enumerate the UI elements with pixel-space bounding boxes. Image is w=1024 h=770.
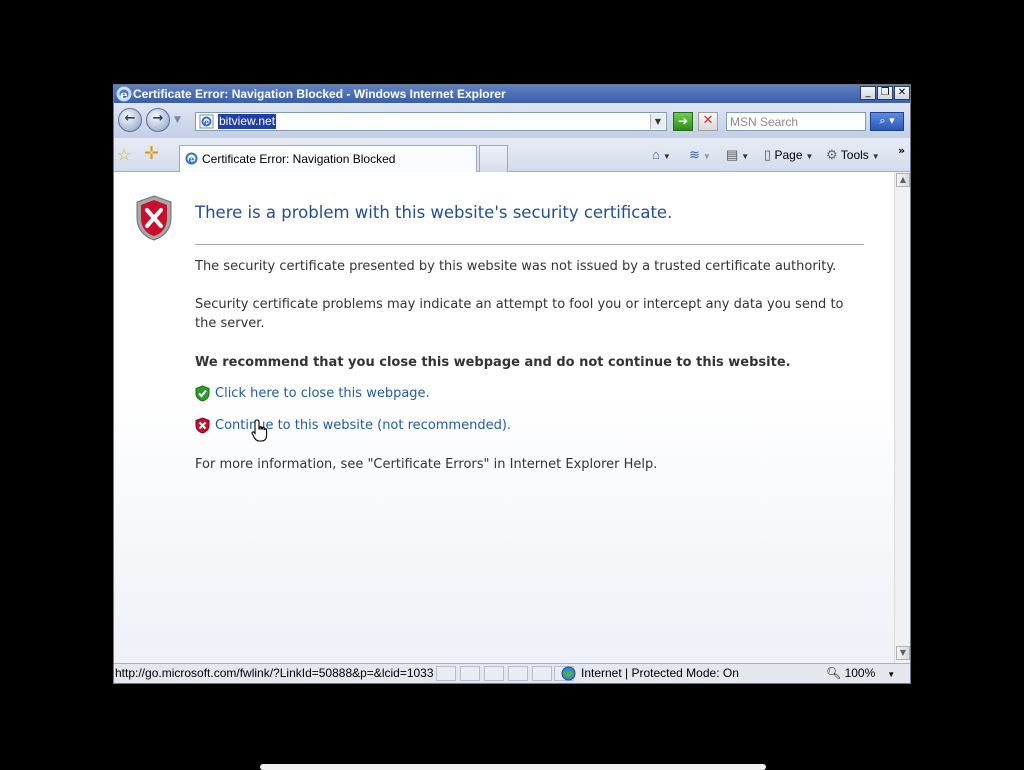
zoom-control[interactable]: 🔍︎ 100% ▼ bbox=[826, 666, 895, 680]
page-icon: ▯ bbox=[764, 147, 772, 162]
print-button[interactable]: ▤ ▼ bbox=[726, 147, 749, 163]
favorites-center-star-icon[interactable]: ☆ bbox=[117, 147, 131, 163]
address-url[interactable]: bitview.net bbox=[218, 114, 277, 129]
rss-feed-icon: ≋ bbox=[689, 147, 700, 162]
add-to-favorites-icon[interactable]: ✛ bbox=[144, 145, 159, 163]
toolbar-overflow-chevron-icon[interactable]: » bbox=[898, 144, 905, 157]
page-menu[interactable]: ▯ Page ▼ bbox=[764, 147, 813, 163]
status-pane bbox=[484, 666, 504, 681]
status-pane bbox=[508, 666, 528, 681]
restore-button[interactable]: ❐ bbox=[877, 86, 893, 100]
address-dropdown-icon[interactable]: ▼ bbox=[650, 114, 665, 129]
ie-tab-icon: e bbox=[185, 152, 198, 166]
back-button[interactable]: ← bbox=[118, 108, 142, 132]
security-warning-text: Security certificate problems may indica… bbox=[195, 297, 844, 331]
tools-menu-label: Tools bbox=[840, 148, 869, 162]
tab-certificate-error[interactable]: e Certificate Error: Navigation Blocked bbox=[179, 145, 477, 172]
svg-text:e: e bbox=[189, 156, 195, 166]
stop-button[interactable]: ✕ bbox=[698, 112, 718, 131]
new-tab-button[interactable] bbox=[479, 145, 508, 172]
zoom-magnifier-icon: 🔍︎ bbox=[826, 666, 842, 680]
internet-globe-icon bbox=[561, 666, 576, 681]
back-arrow-icon: ← bbox=[124, 111, 136, 126]
red-shield-error-icon bbox=[136, 195, 172, 241]
home-button[interactable]: ⌂ ▼ bbox=[652, 147, 671, 163]
security-zone[interactable]: Internet | Protected Mode: On bbox=[561, 666, 739, 681]
go-arrow-icon: ➔ bbox=[677, 114, 689, 128]
close-webpage-link[interactable]: Click here to close this webpage. bbox=[215, 385, 430, 403]
certificate-issuer-text: The security certificate presented by th… bbox=[195, 259, 837, 274]
scroll-down-button[interactable]: ▼ bbox=[896, 646, 910, 660]
page-content: There is a problem with this website's s… bbox=[114, 172, 894, 663]
taskbar-edge bbox=[260, 764, 766, 770]
ie-logo-icon: e bbox=[116, 86, 132, 102]
minimize-button[interactable]: _ bbox=[860, 86, 876, 100]
scroll-up-button[interactable]: ▲ bbox=[896, 173, 910, 187]
gear-icon: ⚙ bbox=[826, 147, 838, 162]
heading-divider bbox=[195, 244, 864, 245]
printer-icon: ▤ bbox=[726, 147, 739, 162]
navigation-bar: ← → ▼ e bitview.net ▼ ➔ ✕ ⌕ ▾ bbox=[114, 103, 910, 138]
zone-text: Internet | Protected Mode: On bbox=[581, 666, 739, 680]
page-menu-label: Page bbox=[774, 148, 803, 162]
feeds-button[interactable]: ≋ ▼ bbox=[689, 147, 711, 163]
forward-arrow-icon: → bbox=[152, 111, 164, 126]
forward-button[interactable]: → bbox=[146, 108, 170, 132]
status-link-url: http://go.microsoft.com/fwlink/?LinkId=5… bbox=[115, 666, 433, 680]
search-input[interactable] bbox=[730, 114, 860, 129]
close-button[interactable]: ✕ bbox=[894, 86, 910, 100]
svg-text:e: e bbox=[120, 88, 128, 102]
hand-pointer-cursor-icon bbox=[251, 419, 268, 442]
recommendation-text: We recommend that you close this webpage… bbox=[195, 355, 791, 370]
status-pane bbox=[460, 666, 480, 681]
svg-text:e: e bbox=[204, 117, 209, 127]
ie-page-icon: e bbox=[199, 114, 214, 129]
search-button[interactable]: ⌕ ▾ bbox=[870, 112, 904, 131]
tab-label: Certificate Error: Navigation Blocked bbox=[202, 152, 396, 166]
zoom-level: 100% bbox=[844, 666, 876, 680]
home-icon: ⌂ bbox=[652, 147, 660, 162]
more-info-text: For more information, see "Certificate E… bbox=[195, 457, 658, 472]
search-box[interactable] bbox=[726, 112, 866, 131]
status-bar: http://go.microsoft.com/fwlink/?LinkId=5… bbox=[114, 663, 910, 683]
error-heading: There is a problem with this website's s… bbox=[195, 203, 673, 222]
red-shield-x-icon bbox=[195, 417, 210, 434]
command-bar: ☆ ✛ e Certificate Error: Navigation Bloc… bbox=[114, 138, 910, 172]
address-bar[interactable]: e bitview.net ▼ bbox=[195, 112, 667, 131]
tools-menu[interactable]: ⚙ Tools ▼ bbox=[826, 147, 880, 163]
green-shield-check-icon bbox=[195, 385, 210, 402]
browser-window: e Certificate Error: Navigation Blocked … bbox=[113, 84, 911, 684]
vertical-scrollbar[interactable]: ▲ ▼ bbox=[894, 172, 910, 663]
status-pane bbox=[532, 666, 552, 681]
title-bar[interactable]: e Certificate Error: Navigation Blocked … bbox=[114, 85, 910, 103]
go-button[interactable]: ➔ bbox=[673, 112, 693, 131]
magnifier-icon: ⌕ ▾ bbox=[879, 114, 895, 127]
window-title: Certificate Error: Navigation Blocked - … bbox=[133, 87, 506, 101]
stop-x-icon: ✕ bbox=[702, 113, 714, 128]
recent-pages-dropdown-icon[interactable]: ▼ bbox=[174, 115, 181, 125]
status-pane bbox=[436, 666, 456, 681]
